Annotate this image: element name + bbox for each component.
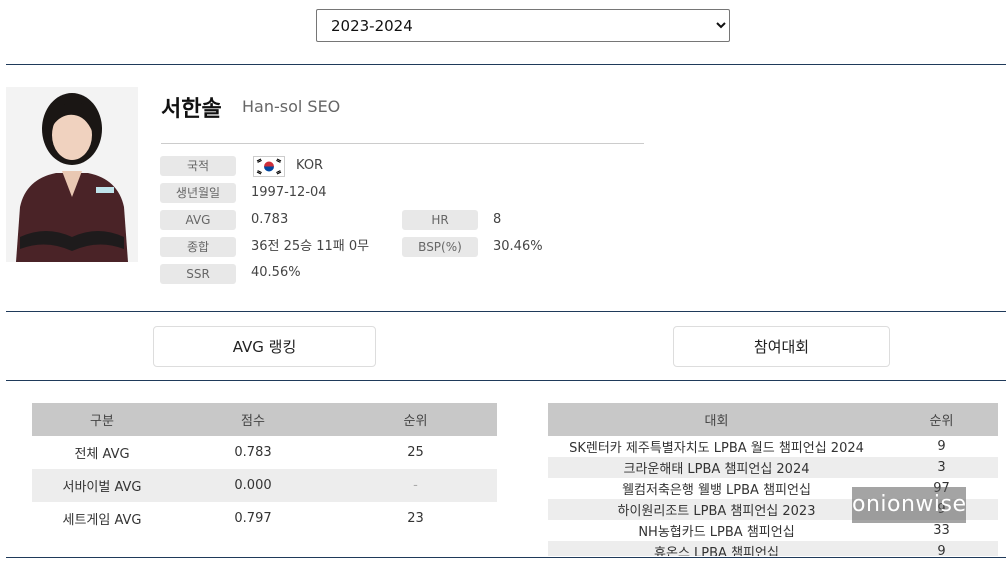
hr-value: 8 [493, 212, 502, 227]
table-row: 세트게임 AVG 0.797 23 [32, 502, 497, 535]
nationality-value: KOR [296, 158, 324, 173]
ssr-label: SSR [160, 264, 236, 284]
korea-flag-icon [253, 156, 285, 177]
avg-cell: 23 [407, 511, 424, 526]
name-divider [161, 143, 644, 144]
divider [6, 380, 1006, 381]
tournament-list-scroll[interactable]: 대회 순위 SK렌터카 제주특별자치도 LPBA 월드 챔피언십 2024 9 … [548, 403, 998, 556]
table-row[interactable]: NH농협카드 LPBA 챔피언십 33 [548, 520, 998, 541]
avg-table: 구분 점수 순위 전체 AVG 0.783 25 서바이벌 AVG 0.000 … [32, 403, 497, 535]
player-photo [6, 87, 138, 262]
tour-cell: 하이원리조트 LPBA 챔피언십 2023 [548, 499, 885, 520]
ssr-value: 40.56% [251, 265, 301, 280]
record-label: 종합 [160, 237, 236, 257]
avg-cell: 0.797 [234, 511, 272, 526]
table-row[interactable]: SK렌터카 제주특별자치도 LPBA 월드 챔피언십 2024 9 [548, 436, 998, 457]
divider [6, 557, 1006, 558]
bsp-value: 30.46% [493, 239, 543, 254]
tour-header-rank: 순위 [885, 403, 998, 436]
tour-cell: 33 [933, 523, 950, 538]
tour-cell: 휴온스 LPBA 챔피언십 [548, 541, 885, 556]
watermark: onionwise [852, 487, 966, 523]
avg-value: 0.783 [251, 212, 289, 227]
record-value: 36전 25승 11패 0무 [251, 239, 370, 254]
table-row[interactable]: 휴온스 LPBA 챔피언십 9 [548, 541, 998, 556]
table-row: 전체 AVG 0.783 25 [32, 436, 497, 469]
avg-cell: 25 [407, 445, 424, 460]
birth-value: 1997-12-04 [251, 185, 327, 200]
tournaments-button[interactable]: 참여대회 [673, 326, 890, 367]
season-select[interactable]: 2023-2024 [316, 9, 730, 42]
avg-label: AVG [160, 210, 236, 230]
avg-cell: - [334, 469, 497, 502]
table-row: 서바이벌 AVG 0.000 - [32, 469, 497, 502]
tour-cell: 9 [885, 541, 998, 556]
tour-header-name: 대회 [548, 403, 885, 436]
avg-cell: 세트게임 AVG [62, 513, 142, 528]
avg-cell: 0.000 [172, 469, 334, 502]
avg-cell: 0.783 [234, 445, 272, 460]
divider [6, 311, 1006, 312]
avg-header-score: 점수 [172, 403, 334, 436]
tour-cell: 3 [885, 457, 998, 478]
tour-cell: 크라운해태 LPBA 챔피언십 2024 [548, 457, 885, 478]
player-name-en: Han-sol SEO [242, 97, 341, 116]
avg-cell: 서바이벌 AVG [32, 469, 172, 502]
tournament-table: 대회 순위 SK렌터카 제주특별자치도 LPBA 월드 챔피언십 2024 9 … [548, 403, 998, 556]
divider [6, 64, 1006, 65]
birth-label: 생년월일 [160, 183, 236, 203]
player-name: 서한솔 [161, 97, 222, 122]
avg-ranking-button[interactable]: AVG 랭킹 [153, 326, 376, 367]
tour-cell: 웰컴저축은행 웰뱅 LPBA 챔피언십 [622, 483, 811, 498]
avg-cell: 전체 AVG [74, 447, 130, 462]
avg-header-rank: 순위 [334, 403, 497, 436]
table-row[interactable]: 크라운해태 LPBA 챔피언십 2024 3 [548, 457, 998, 478]
tour-cell: SK렌터카 제주특별자치도 LPBA 월드 챔피언십 2024 [569, 441, 864, 456]
nationality-label: 국적 [160, 156, 236, 176]
tour-cell: NH농협카드 LPBA 챔피언십 [638, 525, 795, 540]
hr-label: HR [402, 210, 478, 230]
avg-header-category: 구분 [32, 403, 172, 436]
bsp-label: BSP(%) [402, 237, 478, 257]
tour-cell: 9 [937, 439, 946, 454]
